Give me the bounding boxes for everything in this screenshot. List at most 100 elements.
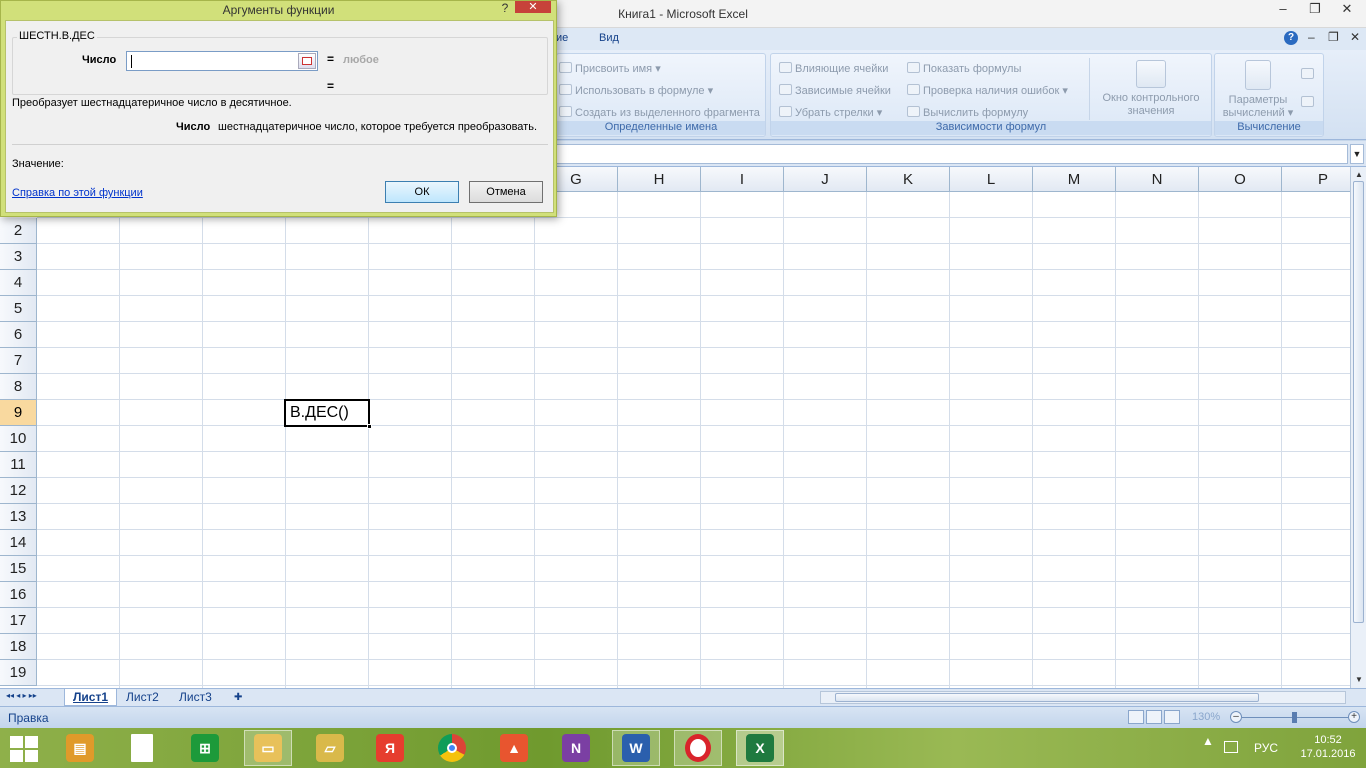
photos-icon[interactable]: ▲ [490, 730, 538, 766]
calc-options-button[interactable]: Параметры вычислений ▾ [1217, 60, 1299, 120]
vertical-scrollbar[interactable]: ▲ ▼ [1350, 167, 1366, 688]
zoom-knob[interactable] [1292, 712, 1297, 723]
column-header[interactable]: K [867, 167, 950, 192]
ribbon-close-button[interactable]: ✕ [1350, 30, 1360, 44]
use-in-formula-button[interactable]: Использовать в формуле ▾ [559, 84, 713, 97]
row-header[interactable]: 5 [0, 296, 37, 322]
function-help-link[interactable]: Справка по этой функции [12, 187, 143, 199]
start-button-icon[interactable] [8, 734, 40, 762]
excel-icon[interactable]: X [736, 730, 784, 766]
tray-expand-icon[interactable]: ▲ [1202, 734, 1214, 748]
watch-window-button[interactable]: Окно контрольного значения [1093, 60, 1209, 118]
sheet-nav-icons[interactable]: ◂◂ ◂ ▸ ▸▸ [6, 691, 37, 700]
document-icon[interactable] [118, 730, 166, 766]
row-header[interactable]: 13 [0, 504, 37, 530]
clock[interactable]: 10:52 17.01.2016 [1296, 733, 1360, 761]
column-header[interactable]: J [784, 167, 867, 192]
row-header[interactable]: 9 [0, 400, 37, 426]
column-header[interactable]: O [1199, 167, 1282, 192]
formula-icon [559, 84, 572, 95]
sheet-tab-2[interactable]: Лист2 [118, 689, 167, 706]
row-header[interactable]: 3 [0, 244, 37, 270]
row-header[interactable]: 10 [0, 426, 37, 452]
show-formulas-button[interactable]: Показать формулы [907, 62, 1021, 75]
row-header[interactable]: 16 [0, 582, 37, 608]
network-icon[interactable] [1224, 741, 1238, 753]
active-cell[interactable]: В.ДЕС() [284, 399, 372, 429]
row-header[interactable]: 15 [0, 556, 37, 582]
evaluate-formula-button[interactable]: Вычислить формулу [907, 106, 1028, 119]
column-header[interactable]: M [1033, 167, 1116, 192]
column-header[interactable]: L [950, 167, 1033, 192]
row-header[interactable]: 8 [0, 374, 37, 400]
minimize-button[interactable]: – [1270, 0, 1296, 20]
yandex-icon[interactable]: Я [366, 730, 414, 766]
remove-arrows-button[interactable]: Убрать стрелки ▾ [779, 106, 882, 119]
column-header[interactable]: N [1116, 167, 1199, 192]
row-header[interactable]: 7 [0, 348, 37, 374]
cancel-button[interactable]: Отмена [469, 181, 543, 203]
restore-button[interactable]: ❐ [1302, 0, 1328, 20]
row-header[interactable]: 17 [0, 608, 37, 634]
column-header[interactable]: H [618, 167, 701, 192]
trace-dependents-button[interactable]: Зависимые ячейки [779, 84, 891, 97]
onenote-icon[interactable]: N [552, 730, 600, 766]
horizontal-scroll-thumb[interactable] [835, 693, 1259, 702]
row-header[interactable]: 12 [0, 478, 37, 504]
ok-button[interactable]: ОК [385, 181, 459, 203]
language-indicator[interactable]: РУС [1254, 741, 1278, 755]
row-header[interactable]: 18 [0, 634, 37, 660]
row-header[interactable]: 2 [0, 218, 37, 244]
scroll-down-icon[interactable]: ▼ [1352, 672, 1366, 688]
horizontal-scrollbar[interactable] [820, 691, 1346, 704]
zoom-slider[interactable]: – + [1230, 711, 1360, 725]
normal-view-icon[interactable] [1128, 710, 1144, 724]
worksheet-grid[interactable]: GHIJKLMNOP 2 3 4 5 6 7 8 9 10 11 12 13 14 15 16 17 18 19 … [0, 167, 1350, 688]
close-window-button[interactable]: ✕ [1328, 0, 1366, 20]
calc-now-button[interactable] [1301, 68, 1317, 81]
dialog-help-icon[interactable]: ? [497, 1, 513, 17]
calc-sheet-button[interactable] [1301, 96, 1317, 109]
zoom-level[interactable]: 130% [1192, 711, 1220, 723]
sheet-tab-1[interactable]: Лист1 [64, 689, 118, 706]
help-icon[interactable]: ? [1284, 31, 1298, 45]
zoom-in-icon[interactable]: + [1348, 711, 1360, 723]
row-header[interactable]: 19 [0, 660, 37, 686]
parameter-name: Число [176, 121, 211, 133]
column-header[interactable]: I [701, 167, 784, 192]
explorer-icon[interactable]: ▭ [244, 730, 292, 766]
page-layout-view-icon[interactable] [1146, 710, 1162, 724]
vertical-scroll-thumb[interactable] [1353, 181, 1364, 623]
show-formulas-label: Показать формулы [923, 63, 1022, 75]
row-gridline [37, 581, 1350, 582]
formula-bar-expand-icon[interactable]: ▼ [1350, 144, 1364, 164]
ribbon-minimize-button[interactable]: – [1308, 30, 1315, 44]
row-header[interactable]: 4 [0, 270, 37, 296]
row-header[interactable]: 14 [0, 530, 37, 556]
tab-data[interactable]: ие [556, 32, 568, 44]
opera-icon[interactable] [674, 730, 722, 766]
create-from-selection-button[interactable]: Создать из выделенного фрагмента [559, 106, 760, 119]
formula-input[interactable] [556, 144, 1348, 164]
tab-view[interactable]: Вид [599, 32, 619, 44]
insert-sheet-icon[interactable]: ✚ [226, 689, 250, 706]
assign-name-button[interactable]: Присвоить имя ▾ [559, 62, 661, 75]
row-header[interactable]: 11 [0, 452, 37, 478]
trace-precedents-button[interactable]: Влияющие ячейки [779, 62, 888, 75]
store-icon[interactable]: ⊞ [181, 730, 229, 766]
dialog-close-button[interactable]: ✕ [515, 1, 551, 13]
row-header[interactable]: 6 [0, 322, 37, 348]
page-break-view-icon[interactable] [1164, 710, 1180, 724]
zoom-out-icon[interactable]: – [1230, 711, 1242, 723]
collapse-dialog-icon[interactable] [298, 53, 316, 69]
chrome-icon[interactable] [428, 730, 476, 766]
folder-icon[interactable]: ▱ [306, 730, 354, 766]
word-icon[interactable]: W [612, 730, 660, 766]
sheet-tab-3[interactable]: Лист3 [171, 689, 220, 706]
file-manager-icon[interactable]: ▤ [56, 730, 104, 766]
number-argument-input[interactable] [126, 51, 318, 71]
fill-handle[interactable] [367, 424, 372, 429]
ribbon-restore-button[interactable]: ❐ [1328, 30, 1339, 44]
error-checking-button[interactable]: Проверка наличия ошибок ▾ [907, 84, 1068, 97]
column-header[interactable]: P [1282, 167, 1350, 192]
